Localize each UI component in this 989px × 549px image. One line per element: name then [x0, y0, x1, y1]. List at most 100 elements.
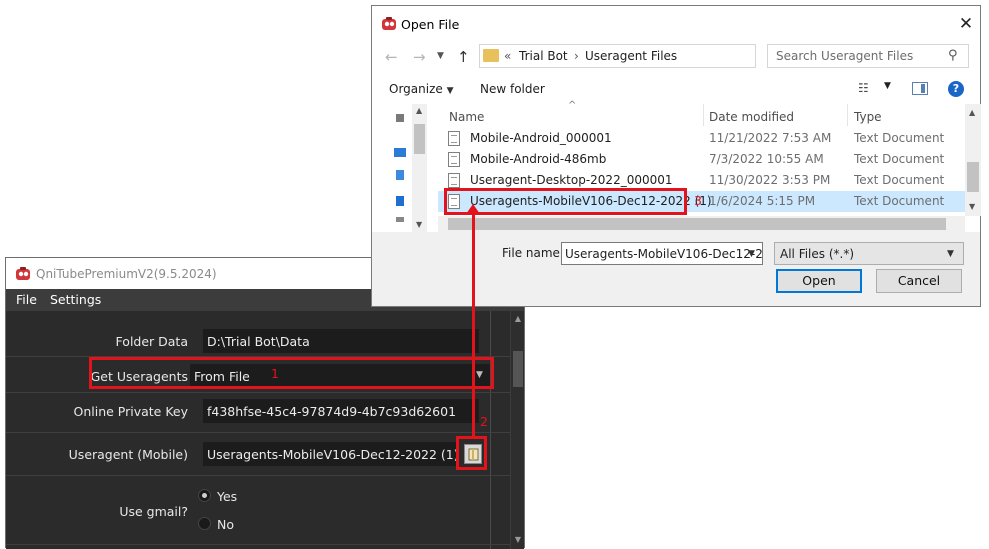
- file-date: 1/6/2024 5:15 PM: [709, 194, 816, 208]
- scrollbar-thumb[interactable]: [513, 351, 523, 387]
- column-header-type[interactable]: Type: [854, 110, 882, 124]
- annotation-arrow-head: [466, 204, 480, 214]
- menu-settings[interactable]: Settings: [50, 292, 101, 307]
- breadcrumb-trial-bot[interactable]: Trial Bot: [519, 49, 568, 63]
- annotation-number-1: 1: [271, 366, 279, 381]
- file-name-dropdown-icon[interactable]: ▼: [748, 249, 755, 259]
- scroll-up-icon[interactable]: ▲: [416, 106, 422, 115]
- use-gmail-yes-label: Yes: [217, 489, 238, 504]
- cancel-button[interactable]: Cancel: [876, 269, 962, 293]
- annotation-box-3: [444, 188, 687, 215]
- use-gmail-yes-radio[interactable]: [198, 489, 211, 502]
- search-box[interactable]: Search Useragent Files ⚲: [767, 44, 969, 68]
- column-divider: [703, 104, 704, 126]
- file-date: 11/21/2022 7:53 AM: [709, 131, 832, 145]
- column-divider: [847, 104, 848, 126]
- search-icon[interactable]: ⚲: [948, 48, 958, 63]
- scrollbar-thumb[interactable]: [414, 124, 425, 154]
- online-private-key-label: Online Private Key: [73, 404, 188, 419]
- folder-data-label: Folder Data: [115, 334, 188, 349]
- useragent-mobile-label: Useragent (Mobile): [68, 447, 188, 462]
- scroll-down-icon[interactable]: ▼: [969, 202, 975, 211]
- folder-data-input[interactable]: D:\Trial Bot\Data: [203, 329, 479, 353]
- use-gmail-no-radio[interactable]: [198, 517, 211, 530]
- annotation-box-2: [456, 436, 487, 470]
- open-button[interactable]: Open: [776, 269, 862, 293]
- file-date: 7/3/2022 10:55 AM: [709, 152, 824, 166]
- file-name-value: Useragents-MobileV106-Dec12-20: [565, 247, 763, 261]
- file-type: Text Document: [854, 152, 945, 166]
- file-list-hscrollbar[interactable]: [438, 216, 965, 232]
- column-header-date[interactable]: Date modified: [709, 110, 794, 124]
- preview-pane-icon[interactable]: [912, 82, 928, 95]
- file-type: Text Document: [854, 173, 945, 187]
- organize-caret-icon: ▼: [446, 86, 454, 96]
- use-gmail-no-label: No: [217, 517, 234, 532]
- file-type: Text Document: [854, 131, 945, 145]
- file-row[interactable]: Mobile-Android_000001 11/21/2022 7:53 AM…: [438, 128, 965, 149]
- use-gmail-label: Use gmail?: [119, 504, 188, 519]
- online-private-key-input[interactable]: f438hfse-45c4-97874d9-4b7c93d62601: [203, 399, 479, 423]
- file-name-input[interactable]: Useragents-MobileV106-Dec12-20 ▼: [561, 242, 763, 265]
- organize-label: Organize: [389, 82, 443, 96]
- dialog-footer: File name: Useragents-MobileV106-Dec12-2…: [372, 232, 980, 306]
- file-type-select[interactable]: All Files (*.*) ▼: [774, 242, 964, 265]
- recent-caret-icon[interactable]: ▼: [437, 51, 444, 61]
- scrollbar-thumb[interactable]: [967, 162, 979, 192]
- view-options-icon[interactable]: ☷: [858, 81, 869, 95]
- help-icon[interactable]: ?: [948, 81, 964, 97]
- scroll-up-icon[interactable]: ▲: [513, 314, 523, 324]
- app-logo-icon: [382, 17, 396, 30]
- scroll-down-icon[interactable]: ▼: [416, 220, 422, 229]
- scroll-up-icon[interactable]: ▲: [969, 108, 975, 117]
- organize-button[interactable]: Organize ▼: [389, 82, 454, 96]
- scrollbar-thumb[interactable]: [448, 218, 946, 230]
- scroll-down-icon[interactable]: ▼: [513, 535, 523, 545]
- settings-scrollbar[interactable]: ▲ ▼: [510, 311, 524, 549]
- useragent-mobile-input[interactable]: Useragents-MobileV106-Dec12-2022 (1).txt: [203, 442, 458, 466]
- nav-icons: [394, 114, 406, 222]
- nav-scrollbar[interactable]: ▲ ▼: [412, 104, 427, 232]
- breadcrumb-overflow[interactable]: «: [504, 49, 511, 63]
- file-type-value: All Files (*.*): [780, 247, 855, 261]
- column-header-name[interactable]: Name: [449, 110, 484, 124]
- file-type-dropdown-icon: ▼: [947, 249, 954, 259]
- close-icon[interactable]: ✕: [956, 14, 976, 34]
- file-list-scrollbar[interactable]: ▲ ▼: [965, 104, 981, 216]
- annotation-number-2: 2: [480, 414, 488, 429]
- open-file-dialog: Open File ✕ ← → ▼ ↑ « Trial Bot › Userag…: [371, 5, 981, 307]
- annotation-number-3: 3: [694, 193, 702, 208]
- text-file-icon: [448, 152, 460, 167]
- app-logo-icon: [16, 267, 30, 280]
- text-file-icon: [448, 131, 460, 146]
- new-folder-button[interactable]: New folder: [480, 82, 545, 96]
- view-caret-icon[interactable]: ▼: [884, 81, 891, 91]
- dialog-toolbar: Organize ▼ New folder ☷ ▼ ?: [372, 76, 980, 104]
- sort-ascending-icon: ^: [568, 100, 577, 111]
- back-arrow-icon[interactable]: ←: [385, 48, 398, 66]
- file-row[interactable]: Mobile-Android-486mb 7/3/2022 10:55 AM T…: [438, 149, 965, 170]
- file-name: Mobile-Android-486mb: [470, 152, 607, 166]
- folder-icon: [483, 49, 499, 62]
- file-date: 11/30/2022 3:53 PM: [709, 173, 831, 187]
- column-divider: [490, 311, 491, 549]
- app-title: QniTubePremiumV2(9.5.2024): [36, 267, 217, 281]
- search-placeholder: Search Useragent Files: [776, 49, 914, 63]
- breadcrumb-useragent-files[interactable]: Useragent Files: [585, 49, 677, 63]
- annotation-connector-line: [472, 211, 475, 437]
- breadcrumb-separator-icon: ›: [574, 49, 579, 63]
- row-divider: [6, 392, 510, 393]
- forward-arrow-icon[interactable]: →: [413, 48, 426, 66]
- dialog-title: Open File: [401, 17, 460, 32]
- file-name: Useragent-Desktop-2022_000001: [470, 173, 673, 187]
- menu-file[interactable]: File: [16, 292, 37, 307]
- settings-panel: Folder Data D:\Trial Bot\Data Get Userag…: [6, 311, 510, 549]
- row-divider: [6, 432, 510, 433]
- annotation-box-1: [89, 357, 494, 389]
- address-bar[interactable]: « Trial Bot › Useragent Files ▼ ↻: [479, 44, 854, 68]
- up-arrow-icon[interactable]: ↑: [457, 48, 470, 66]
- row-divider: [6, 544, 510, 545]
- text-file-icon: [448, 173, 460, 188]
- file-name: Mobile-Android_000001: [470, 131, 612, 145]
- row-divider: [6, 475, 510, 476]
